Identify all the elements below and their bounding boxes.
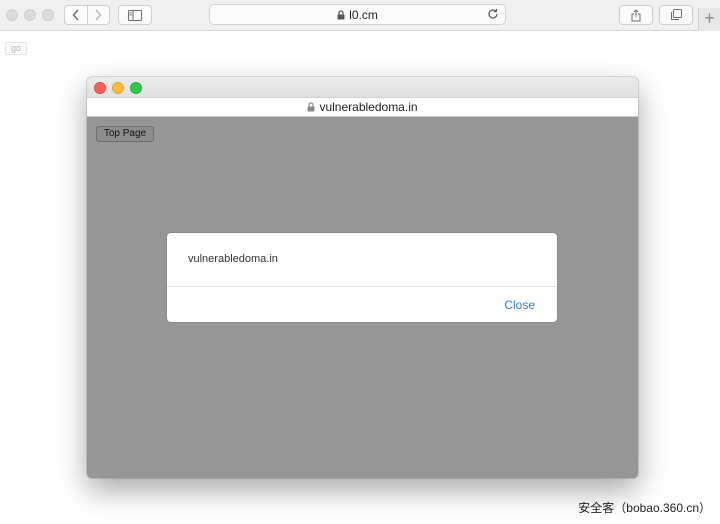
go-button[interactable]: go: [5, 42, 28, 55]
popup-close-button[interactable]: [94, 82, 106, 94]
close-window-button[interactable]: [6, 9, 18, 21]
minimize-window-button[interactable]: [24, 9, 36, 21]
popup-address-bar: vulnerabledoma.in: [87, 98, 638, 117]
navigation-buttons: [64, 5, 110, 25]
popup-minimize-button[interactable]: [112, 82, 124, 94]
screen: l0.cm + go vulnerabledoma.in Top Page vu…: [0, 0, 720, 524]
tabs-overview-button[interactable]: [659, 5, 693, 25]
back-button[interactable]: [65, 6, 87, 24]
address-text-wrap: l0.cm: [210, 8, 505, 22]
tabs-icon: [670, 9, 682, 20]
top-page-button[interactable]: Top Page: [96, 126, 154, 142]
forward-button[interactable]: [86, 6, 110, 24]
address-url: l0.cm: [349, 8, 378, 22]
lock-icon: [337, 10, 345, 20]
popup-page: Top Page vulnerabledoma.in Close: [87, 117, 638, 478]
share-icon: [631, 8, 641, 21]
alert-divider: [167, 286, 557, 287]
sidebar-button[interactable]: [118, 5, 152, 25]
popup-window: vulnerabledoma.in Top Page vulnerabledom…: [87, 77, 638, 478]
popup-url: vulnerabledoma.in: [319, 100, 418, 114]
address-bar[interactable]: l0.cm: [209, 4, 506, 25]
popup-titlebar: [87, 77, 638, 98]
lock-icon: [307, 102, 315, 112]
new-tab-button[interactable]: +: [698, 8, 720, 31]
watermark: 安全客（bobao.360.cn）: [578, 501, 711, 515]
share-button[interactable]: [619, 5, 653, 25]
chevron-left-icon: [72, 9, 79, 21]
reload-icon[interactable]: [487, 8, 499, 20]
browser-toolbar: l0.cm +: [0, 0, 720, 31]
alert-dialog: vulnerabledoma.in Close: [167, 233, 557, 322]
chevron-right-icon: [95, 9, 102, 21]
sidebar-icon: [128, 9, 142, 21]
alert-message: vulnerabledoma.in: [188, 253, 278, 265]
alert-close-button[interactable]: Close: [504, 298, 535, 312]
zoom-window-button[interactable]: [42, 9, 54, 21]
popup-zoom-button[interactable]: [130, 82, 142, 94]
